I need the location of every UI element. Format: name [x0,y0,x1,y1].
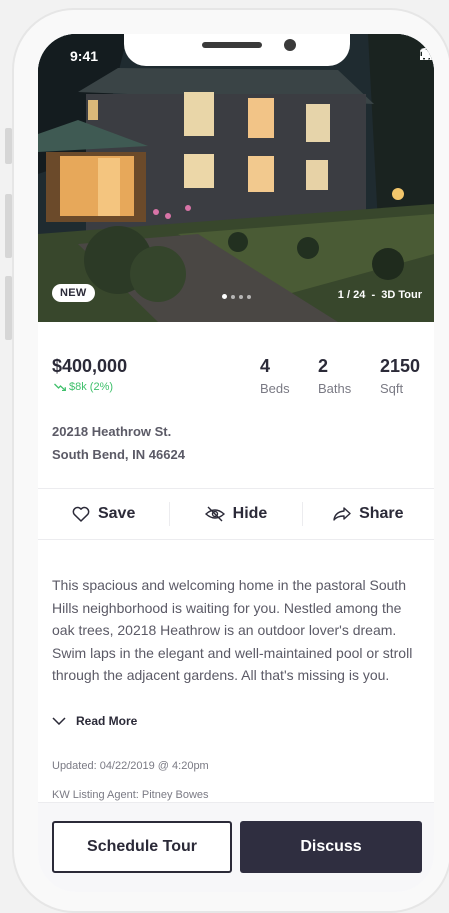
device-notch [124,34,350,66]
beds-label: Beds [260,381,290,396]
pagination-dot[interactable] [239,294,243,299]
share-button[interactable]: Share [301,502,434,526]
listing-photo[interactable]: 9:41 NEW 1 / 24 - 3D Tour [38,34,434,322]
price-change-text: $8k (2%) [69,381,114,393]
sqft-label: Sqft [380,381,404,396]
action-row: Save Hide Share [38,488,434,540]
house-photo-illustration [38,34,434,322]
sqft-value: 2150 [380,356,421,376]
front-camera [284,39,296,51]
sqft-stat: 2150 Sqft [380,356,420,396]
address-line-2: South Bend, IN 46624 [52,447,185,462]
chevron-down-icon[interactable] [38,34,56,44]
pagination-dot-active[interactable] [222,294,227,299]
schedule-tour-button[interactable]: Schedule Tour [52,821,232,873]
listing-summary: $400,000 $8k (2%) 4 Beds 2 Baths 2150 Sq… [52,356,420,462]
mute-switch [5,128,12,164]
volume-down-button [5,276,12,340]
baths-label: Baths [318,381,352,396]
listing-address[interactable]: 20218 Heathrow St. South Bend, IN 46624 [52,420,185,466]
trend-down-arrow-icon [54,383,66,391]
photo-separator: - [371,289,376,301]
share-arrow-icon [333,507,351,521]
eye-off-icon [204,506,225,522]
volume-up-button [5,194,12,258]
heart-icon [72,506,90,522]
bottom-action-bar: Schedule Tour Discuss [38,802,434,892]
pagination-dot[interactable] [247,294,251,299]
speaker-grille [202,42,262,48]
baths-value: 2 [318,356,329,376]
status-time: 9:41 [70,48,99,64]
photo-counter[interactable]: 1 / 24 - 3D Tour [338,289,422,301]
beds-stat: 4 Beds [260,356,290,396]
photo-pagination [222,294,251,299]
read-more-link[interactable]: Read More [52,714,137,728]
chevron-down-icon [52,717,66,725]
tour-label[interactable]: 3D Tour [381,289,422,301]
price-change: $8k (2%) [54,381,113,393]
hide-button[interactable]: Hide [169,502,301,526]
new-badge: NEW [52,284,95,302]
listing-price: $400,000 [52,356,128,376]
read-more-label: Read More [76,714,138,728]
listing-agent: KW Listing Agent: Pitney Bowes [52,789,209,801]
updated-timestamp: Updated: 04/22/2019 @ 4:20pm [52,760,209,772]
hide-label: Hide [232,505,268,522]
save-label: Save [97,505,136,522]
battery-icon [420,48,434,60]
pagination-dot[interactable] [231,294,235,299]
share-label: Share [359,505,404,522]
save-button[interactable]: Save [38,502,169,526]
beds-value: 4 [260,356,271,376]
phone-screen: 9:41 NEW 1 / 24 - 3D Tour $400,000 $8k (… [38,34,434,892]
baths-stat: 2 Baths [318,356,351,396]
listing-description: This spacious and welcoming home in the … [52,577,413,683]
photo-index: 1 / 24 [337,289,366,301]
address-line-1: 20218 Heathrow St. [52,424,172,439]
discuss-button[interactable]: Discuss [240,821,422,873]
